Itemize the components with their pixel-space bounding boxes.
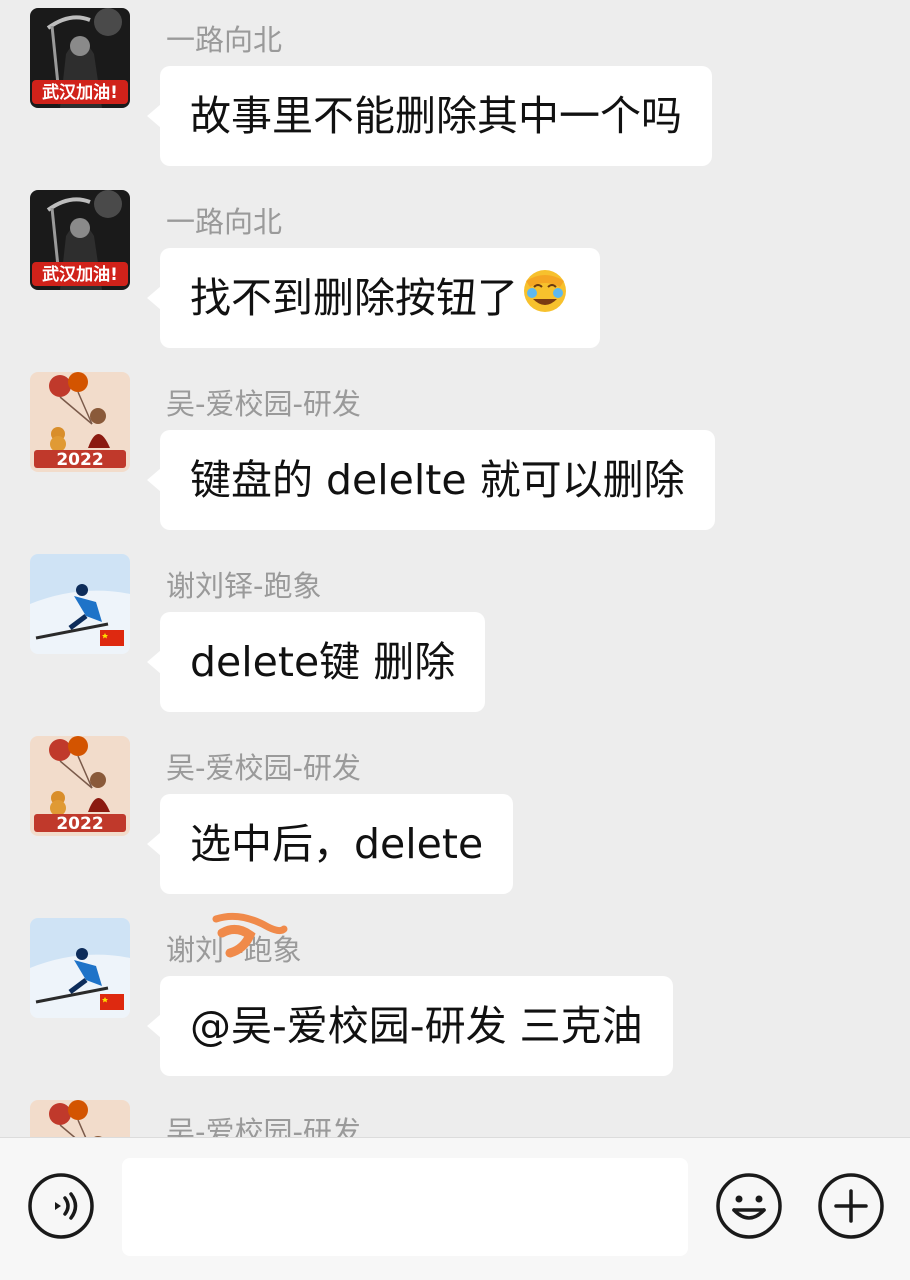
smiley-icon <box>716 1173 782 1239</box>
sender-name: 一路向北 <box>166 23 283 57</box>
sender-name: 吴-爱校园-研发 <box>166 1115 361 1137</box>
voice-icon <box>28 1173 94 1239</box>
message-text: 键盘的 delelte 就可以删除 <box>190 456 685 504</box>
message-row: 武汉加油! 一路向北 故事里不能删除其中一个吗 <box>0 8 910 178</box>
message-row: 2022 吴-爱校园-研发 <box>0 1100 910 1137</box>
message-text: 选中后，delete <box>190 820 484 868</box>
message-row: 谢刘铎-跑象 delete键 删除 <box>0 554 910 724</box>
plus-icon <box>818 1173 884 1239</box>
balloon-2022-avatar[interactable]: 2022 <box>30 372 130 472</box>
message-row: 武汉加油! 一路向北 找不到删除按钮了 <box>0 190 910 360</box>
sender-name: 一路向北 <box>166 205 283 239</box>
message-bubble[interactable]: 键盘的 delelte 就可以删除 <box>147 430 715 530</box>
avatar-badge-text: 武汉加油! <box>42 82 118 103</box>
sender-name: 吴-爱校园-研发 <box>166 387 361 421</box>
balloon-2022-avatar[interactable]: 2022 <box>30 1100 130 1137</box>
message-bubble[interactable]: @吴-爱校园-研发 三克油 <box>147 976 673 1076</box>
chat-message-list[interactable]: 武汉加油! 一路向北 故事里不能删除其中一个吗 武汉加油! 一路向北 找不到删除… <box>0 0 910 1137</box>
input-bar <box>0 1137 910 1280</box>
message-text: 找不到删除按钮了 <box>190 274 518 322</box>
skier-flag-avatar[interactable] <box>30 918 130 1018</box>
emoji-button[interactable] <box>715 1172 783 1240</box>
dark-reaper-avatar[interactable]: 武汉加油! <box>30 8 130 108</box>
message-bubble[interactable]: 找不到删除按钮了 <box>147 248 600 351</box>
message-row: 2022 吴-爱校园-研发 键盘的 delelte 就可以删除 <box>0 372 910 542</box>
skier-flag-avatar[interactable] <box>30 554 130 654</box>
message-text: @吴-爱校园-研发 三克油 <box>190 1002 643 1050</box>
message-bubble[interactable]: 故事里不能删除其中一个吗 <box>147 66 712 166</box>
message-row: 2022 吴-爱校园-研发 选中后，delete <box>0 736 910 906</box>
plus-button[interactable] <box>817 1172 885 1240</box>
facepalm-laughing-emoji <box>520 251 570 351</box>
avatar-badge-text: 武汉加油! <box>42 264 118 285</box>
sender-name: 吴-爱校园-研发 <box>166 751 361 785</box>
message-bubble[interactable]: 选中后，delete <box>146 794 514 894</box>
message-row: 谢刘 -跑象 @吴-爱校园-研发 三克油 <box>0 918 910 1088</box>
voice-button[interactable] <box>27 1172 95 1240</box>
avatar-badge-text: 2022 <box>56 814 103 834</box>
message-text: delete键 删除 <box>190 638 456 686</box>
message-text: 故事里不能删除其中一个吗 <box>190 92 682 140</box>
balloon-2022-avatar[interactable]: 2022 <box>30 736 130 836</box>
sender-name: 谢刘铎-跑象 <box>166 569 322 603</box>
scribble-mark <box>212 912 288 958</box>
message-bubble[interactable]: delete键 删除 <box>146 612 486 712</box>
avatar-badge-text: 2022 <box>56 450 103 470</box>
message-input[interactable] <box>122 1158 688 1256</box>
dark-reaper-avatar[interactable]: 武汉加油! <box>30 190 130 290</box>
